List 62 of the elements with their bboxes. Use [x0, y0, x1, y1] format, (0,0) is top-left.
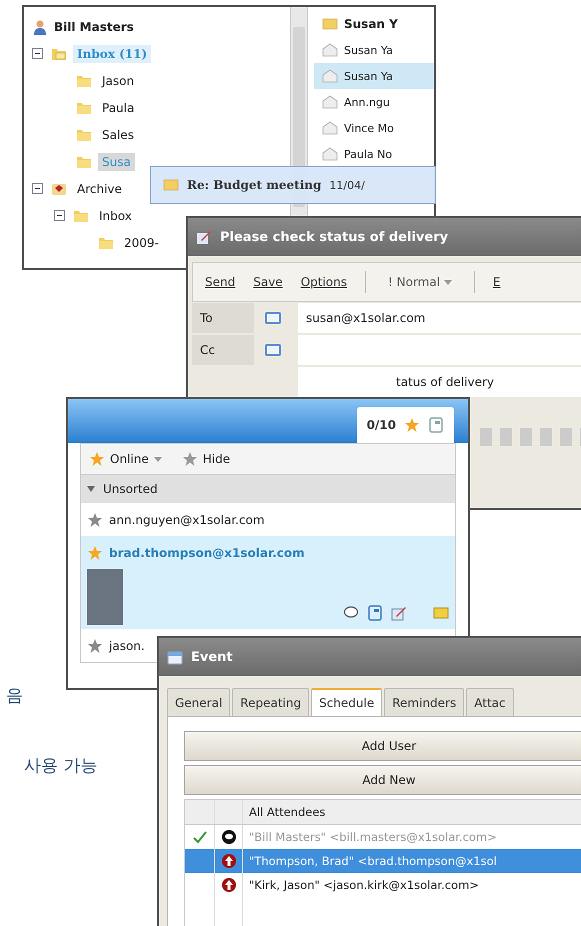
caret-icon — [444, 280, 452, 286]
calendar-icon — [167, 649, 183, 665]
hide-button[interactable]: Hide — [180, 449, 232, 469]
collapse-toggle[interactable] — [32, 48, 43, 59]
add-button[interactable]: Add User — [184, 731, 581, 761]
recipient-field[interactable] — [298, 335, 581, 365]
side-note: 사용 가능 — [24, 755, 98, 777]
toolbar-link[interactable]: Send — [205, 275, 236, 289]
envelope-icon — [163, 177, 179, 193]
drag-tooltip: Re: Budget meeting 11/04/ — [150, 166, 436, 204]
tab[interactable]: Attac — [466, 688, 514, 716]
message-row[interactable]: Ann.ngu — [314, 89, 434, 115]
recipient-field[interactable]: susan@x1solar.com — [298, 303, 581, 333]
contact-row[interactable]: jason. — [81, 629, 151, 662]
title-bar: Event — [159, 638, 581, 676]
attendee-row[interactable]: "Kirk, Jason" <jason.kirk@x1solar.com> — [185, 873, 581, 897]
priority-dropdown[interactable]: ! Normal — [384, 275, 456, 289]
pencil-icon — [196, 229, 212, 245]
photo-placeholder — [87, 569, 123, 625]
toolbar-link[interactable]: E — [492, 275, 500, 289]
account-name: Bill Masters — [54, 20, 134, 34]
tab[interactable]: General — [167, 688, 230, 716]
collapse-toggle[interactable] — [32, 183, 43, 194]
contacts-tab[interactable]: 0/10 — [356, 407, 454, 443]
add-button[interactable]: Add New — [184, 765, 581, 795]
star-icon — [89, 451, 105, 467]
toolbar-link[interactable]: Save — [253, 275, 283, 289]
contact-card-icon[interactable] — [433, 605, 449, 621]
star-icon — [182, 451, 198, 467]
folder-item[interactable]: Inbox — [95, 206, 136, 224]
group-header[interactable]: Unsorted — [81, 475, 455, 503]
compose-icon[interactable] — [391, 605, 407, 621]
field-label: Cc — [192, 335, 254, 365]
folder-item[interactable]: Jason — [98, 72, 138, 90]
contact-row[interactable]: ann.nguyen@x1solar.com — [81, 503, 271, 536]
side-note: 음 — [6, 685, 23, 707]
message-row[interactable]: Susan Ya — [314, 63, 434, 89]
folder-item[interactable]: Archive — [73, 180, 126, 198]
toolbar-link[interactable]: Options — [300, 275, 348, 289]
folder-item[interactable]: Sales — [98, 126, 138, 144]
tab[interactable]: Schedule — [311, 688, 382, 716]
subject-field[interactable]: tatus of delivery — [298, 367, 581, 397]
contact-row[interactable]: brad.thompson@x1solar.com — [81, 536, 455, 629]
address-book-icon[interactable] — [264, 343, 282, 357]
title-bar: Please check status of delivery — [188, 218, 581, 256]
message-row[interactable]: Paula No — [314, 141, 434, 167]
user-icon — [32, 18, 48, 34]
address-book-icon[interactable] — [264, 311, 282, 325]
tab[interactable]: Reminders — [384, 688, 464, 716]
star-icon — [404, 417, 420, 433]
caret-icon — [154, 456, 162, 462]
online-count: 0/10 — [366, 418, 396, 432]
tab[interactable]: Repeating — [232, 688, 310, 716]
folder-item[interactable]: 2009- — [120, 234, 163, 252]
status-dropdown[interactable]: Online — [87, 449, 164, 469]
field-label: To — [192, 303, 254, 333]
column-header: All Attendees — [248, 805, 326, 819]
collapse-toggle[interactable] — [54, 210, 65, 221]
message-row[interactable]: Susan Y — [314, 11, 434, 37]
message-row[interactable]: Vince Mo — [314, 115, 434, 141]
message-row[interactable]: Susan Ya — [314, 37, 434, 63]
folder-item[interactable]: Paula — [98, 98, 138, 116]
